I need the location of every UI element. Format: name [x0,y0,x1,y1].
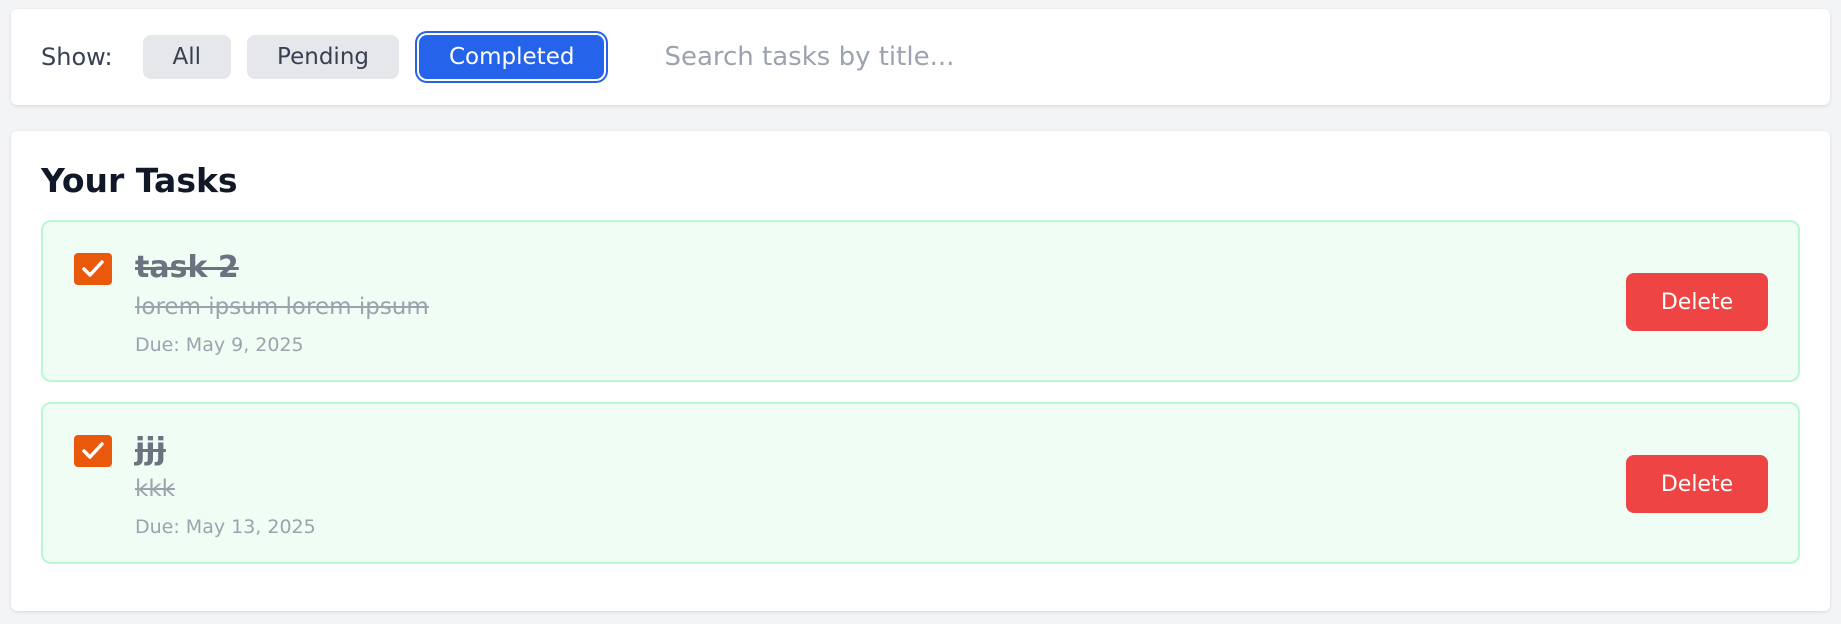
task-description: lorem ipsum lorem ipsum [135,294,429,320]
filter-bar: Show: All Pending Completed [11,9,1830,105]
filter-all-button[interactable]: All [142,35,232,79]
filter-label: Show: [41,43,113,71]
task-due-date: Due: May 13, 2025 [135,516,316,538]
delete-button[interactable]: Delete [1626,455,1768,513]
filter-pending-button[interactable]: Pending [247,35,399,79]
delete-button[interactable]: Delete [1626,273,1768,331]
task-title: task 2 [135,250,239,285]
task-due-date: Due: May 9, 2025 [135,334,304,356]
task-checkbox[interactable] [74,435,112,467]
task-card: jjj kkk Due: May 13, 2025 Delete [41,402,1800,564]
task-checkbox[interactable] [74,253,112,285]
tasks-panel: Your Tasks task 2 lorem ipsum lorem ipsu… [11,131,1830,611]
check-icon [82,442,104,459]
tasks-heading: Your Tasks [41,161,238,200]
search-input[interactable] [662,35,1363,79]
task-description: kkk [135,476,175,502]
check-icon [82,260,104,277]
filter-completed-button[interactable]: Completed [419,35,605,79]
task-title: jjj [135,432,166,467]
task-card: task 2 lorem ipsum lorem ipsum Due: May … [41,220,1800,382]
